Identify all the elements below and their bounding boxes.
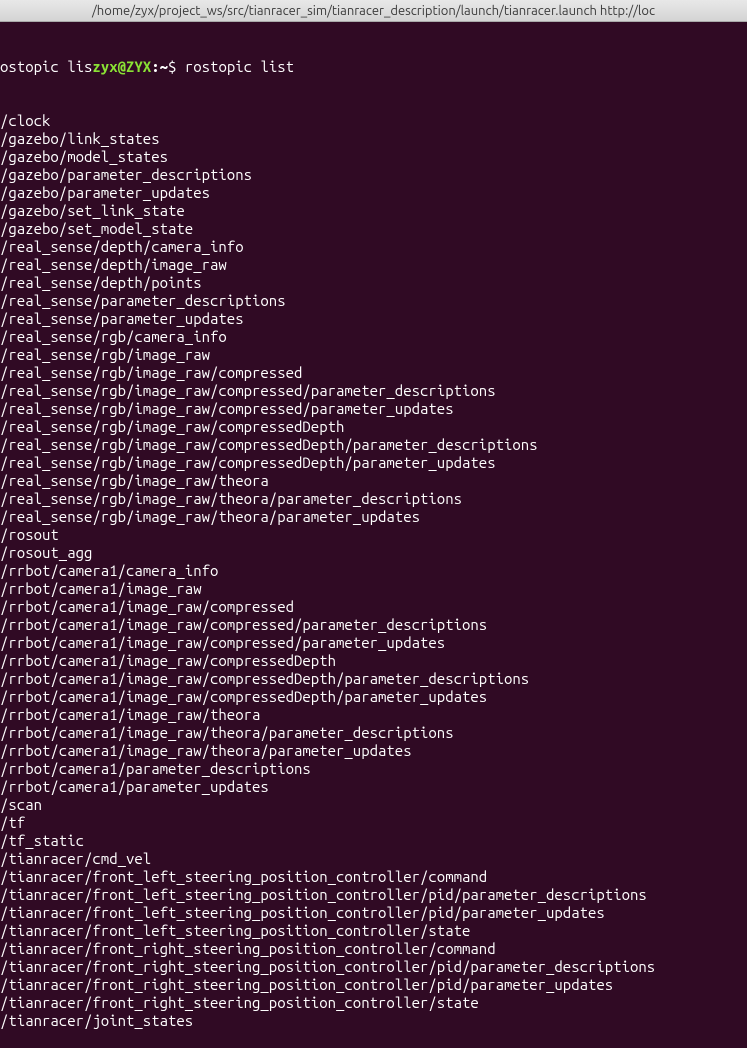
topic-line: /gazebo/model_states — [0, 148, 747, 166]
topic-line: /rrbot/camera1/image_raw/compressedDepth… — [0, 670, 747, 688]
topic-line: /real_sense/rgb/image_raw/theora — [0, 472, 747, 490]
topic-line: /rrbot/camera1/image_raw/compressedDepth… — [0, 688, 747, 706]
topic-line: /rrbot/camera1/parameter_descriptions — [0, 760, 747, 778]
window-title-bar: /home/zyx/project_ws/src/tianracer_sim/t… — [0, 0, 747, 22]
topic-line: /scan — [0, 796, 747, 814]
topic-line: /gazebo/link_states — [0, 130, 747, 148]
topic-line: /real_sense/rgb/image_raw/compressed/par… — [0, 382, 747, 400]
topic-line: /tianracer/front_left_steering_position_… — [0, 886, 747, 904]
topic-line: /real_sense/rgb/image_raw/compressedDept… — [0, 454, 747, 472]
topic-line: /real_sense/rgb/image_raw/compressedDept… — [0, 418, 747, 436]
topic-line: /real_sense/rgb/image_raw/theora/paramet… — [0, 508, 747, 526]
topic-line: /real_sense/rgb/image_raw/theora/paramet… — [0, 490, 747, 508]
topic-line: /real_sense/rgb/image_raw/compressed/par… — [0, 400, 747, 418]
topic-line: /tianracer/front_right_steering_position… — [0, 940, 747, 958]
topic-line: /real_sense/rgb/camera_info — [0, 328, 747, 346]
topic-line: /rrbot/camera1/image_raw/compressed/para… — [0, 634, 747, 652]
topic-line: /tianracer/front_left_steering_position_… — [0, 922, 747, 940]
topic-line: /gazebo/set_link_state — [0, 202, 747, 220]
topic-line: /rosout_agg — [0, 544, 747, 562]
topic-line: /rosout — [0, 526, 747, 544]
topic-line: /tianracer/front_left_steering_position_… — [0, 904, 747, 922]
topic-line: /tianracer/joint_states — [0, 1012, 747, 1030]
title-text: /home/zyx/project_ws/src/tianracer_sim/t… — [92, 4, 655, 18]
topics-output: /clock/gazebo/link_states/gazebo/model_s… — [0, 112, 747, 1030]
topic-line: /real_sense/depth/points — [0, 274, 747, 292]
command-text: rostopic list — [185, 58, 294, 76]
topic-line: /rrbot/camera1/image_raw — [0, 580, 747, 598]
topic-line: /rrbot/camera1/camera_info — [0, 562, 747, 580]
topic-line: /tianracer/front_right_steering_position… — [0, 994, 747, 1012]
topic-line: /tf_static — [0, 832, 747, 850]
topic-line: /tianracer/front_left_steering_position_… — [0, 868, 747, 886]
prompt-path: :~ — [151, 58, 168, 76]
topic-line: /rrbot/camera1/image_raw/theora — [0, 706, 747, 724]
topic-line: /tf — [0, 814, 747, 832]
topic-line: /real_sense/depth/camera_info — [0, 238, 747, 256]
topic-line: /real_sense/parameter_descriptions — [0, 292, 747, 310]
topic-line: /rrbot/camera1/parameter_updates — [0, 778, 747, 796]
topic-line: /real_sense/parameter_updates — [0, 310, 747, 328]
topic-line: /tianracer/cmd_vel — [0, 850, 747, 868]
topic-line: /rrbot/camera1/image_raw/compressedDepth — [0, 652, 747, 670]
prompt-user-host: zyx@ZYX — [92, 58, 151, 76]
topic-line: /real_sense/rgb/image_raw/compressedDept… — [0, 436, 747, 454]
topic-line: /real_sense/rgb/image_raw/compressed — [0, 364, 747, 382]
topic-line: /real_sense/rgb/image_raw — [0, 346, 747, 364]
topic-line: /rrbot/camera1/image_raw/theora/paramete… — [0, 742, 747, 760]
topic-line: /tianracer/front_right_steering_position… — [0, 958, 747, 976]
topic-line: /gazebo/parameter_descriptions — [0, 166, 747, 184]
topic-line: /rrbot/camera1/image_raw/compressed/para… — [0, 616, 747, 634]
topic-line: /rrbot/camera1/image_raw/compressed — [0, 598, 747, 616]
topic-line: /rrbot/camera1/image_raw/theora/paramete… — [0, 724, 747, 742]
prompt-dollar: $ — [168, 58, 185, 76]
topic-line: /clock — [0, 112, 747, 130]
prompt-prefix: ostopic lis — [0, 58, 92, 76]
prompt-line: ostopic liszyx@ZYX:~$ rostopic list — [0, 58, 747, 76]
terminal-content[interactable]: ostopic liszyx@ZYX:~$ rostopic list /clo… — [0, 22, 747, 1048]
topic-line: /real_sense/depth/image_raw — [0, 256, 747, 274]
topic-line: /gazebo/parameter_updates — [0, 184, 747, 202]
topic-line: /tianracer/front_right_steering_position… — [0, 976, 747, 994]
topic-line: /gazebo/set_model_state — [0, 220, 747, 238]
